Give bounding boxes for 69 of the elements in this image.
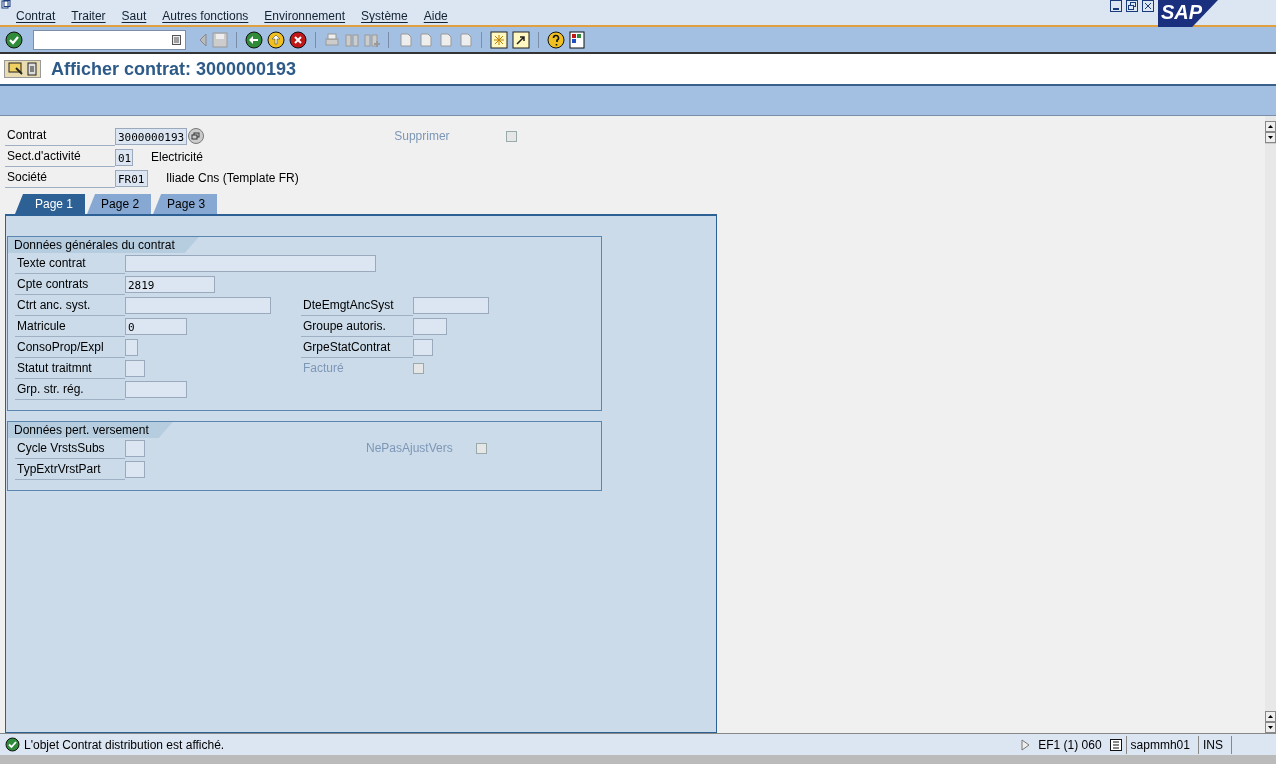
input-field[interactable]: 01 xyxy=(115,148,133,166)
menu-item[interactable]: Autres fonctions xyxy=(162,9,249,23)
page-icon[interactable] xyxy=(417,31,433,48)
scroll-down-icon[interactable] xyxy=(1265,722,1276,733)
shortcut-icon[interactable] xyxy=(512,30,530,49)
expand-triangle-icon[interactable] xyxy=(1021,738,1031,751)
save-icon[interactable] xyxy=(212,31,228,48)
tab[interactable]: Page 2 xyxy=(87,194,152,214)
layout-icon[interactable] xyxy=(569,30,587,49)
window-icon[interactable] xyxy=(1,0,11,9)
close-icon[interactable] xyxy=(1142,0,1154,12)
menu-item[interactable]: Aide xyxy=(423,9,448,23)
program-name: sapmmh01 xyxy=(1125,735,1194,754)
command-field[interactable] xyxy=(33,29,186,50)
input-field[interactable]: FR01 xyxy=(115,169,148,187)
input-field[interactable] xyxy=(125,255,376,272)
restore-icon[interactable] xyxy=(1126,0,1138,12)
screen-icon xyxy=(8,62,24,76)
cancel-icon[interactable] xyxy=(289,30,307,49)
status-message: L'objet Contrat distribution est affiché. xyxy=(24,737,226,752)
page-icon[interactable] xyxy=(397,31,413,48)
scroll-up-icon[interactable] xyxy=(1265,711,1276,722)
checkbox-label: Facturé xyxy=(302,360,345,377)
group-title: Données générales du contrat xyxy=(8,237,199,253)
menu-item[interactable]: Système xyxy=(361,9,408,23)
back-triangle-icon[interactable] xyxy=(198,32,208,47)
check-icon[interactable] xyxy=(5,30,23,49)
menu-item[interactable]: Contrat xyxy=(16,9,56,23)
input-field[interactable] xyxy=(125,360,145,377)
input-field[interactable]: 3000000193 xyxy=(115,127,188,145)
scroll-up-icon[interactable] xyxy=(1265,121,1276,132)
menu-item[interactable]: Environnement xyxy=(264,9,346,23)
input-field[interactable] xyxy=(125,381,187,398)
success-icon xyxy=(5,737,20,752)
new-window-icon[interactable] xyxy=(490,30,508,49)
input-field[interactable] xyxy=(125,440,145,457)
help-icon[interactable] xyxy=(547,30,565,49)
input-field[interactable] xyxy=(125,461,145,478)
page-icon[interactable] xyxy=(457,31,473,48)
menu-item[interactable]: Saut xyxy=(121,9,147,23)
menu-item[interactable]: Traiter xyxy=(71,9,106,23)
minimize-icon[interactable] xyxy=(1110,0,1122,12)
input-field[interactable] xyxy=(413,297,489,314)
checkbox-label: Supprimer xyxy=(394,129,451,143)
document-icon xyxy=(27,62,37,76)
tab[interactable]: Page 1 xyxy=(15,194,86,214)
tab[interactable]: Page 3 xyxy=(153,194,218,214)
input-field[interactable] xyxy=(413,339,433,356)
field-description: Electricité xyxy=(151,150,203,164)
screen-title: Afficher contrat: 3000000193 xyxy=(51,58,297,80)
input-field[interactable]: 2819 xyxy=(125,276,215,293)
print-icon[interactable] xyxy=(324,31,340,48)
dropdown-icon[interactable] xyxy=(172,34,181,45)
page-icon[interactable] xyxy=(437,31,453,48)
list-icon[interactable] xyxy=(1109,738,1122,751)
field-description: Iliade Cns (Template FR) xyxy=(166,171,299,185)
toolbar-toggle-button[interactable] xyxy=(4,60,41,78)
value-help-icon[interactable] xyxy=(188,128,205,144)
input-field[interactable] xyxy=(125,297,271,314)
input-field[interactable] xyxy=(413,318,447,335)
checkbox-label: NePasAjustVers xyxy=(365,440,454,457)
input-mode: INS xyxy=(1198,735,1227,754)
system-info: EF1 (1) 060 xyxy=(1037,737,1103,752)
logo: SAP xyxy=(1158,0,1218,27)
group-title: Données pert. versement xyxy=(8,422,173,438)
input-field[interactable]: 0 xyxy=(125,318,187,335)
scroll-down-icon[interactable] xyxy=(1265,132,1276,143)
input-field[interactable] xyxy=(125,339,138,356)
scrollbar[interactable] xyxy=(1265,116,1276,733)
